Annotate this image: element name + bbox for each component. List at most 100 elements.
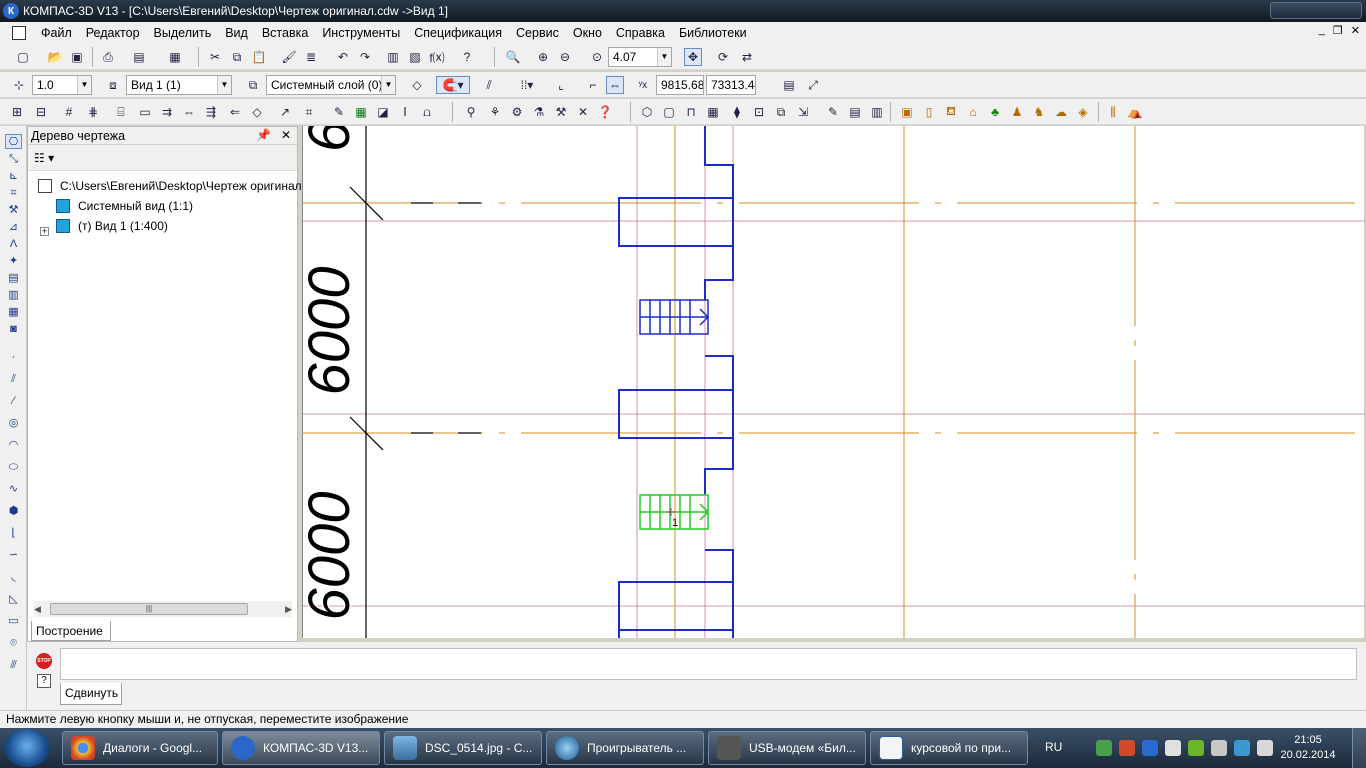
table-icon[interactable]: ▦ [352, 103, 370, 121]
lib-tool-12-icon[interactable]: ↗ [276, 103, 294, 121]
lib-tool-16-icon[interactable]: ⚘ [486, 103, 504, 121]
drawing-svg[interactable]: 6000 6000 6 1 [296, 118, 1365, 638]
mdi-restore-icon[interactable]: ❐ [1333, 24, 1343, 37]
associative-tab-icon[interactable]: ✦ [5, 254, 22, 269]
scroll-left-icon[interactable]: ◀ [34, 601, 41, 617]
paste-icon[interactable]: 📋 [250, 48, 268, 66]
bezier-icon[interactable]: ∽ [5, 548, 22, 563]
redo-icon[interactable]: ↷ [356, 48, 374, 66]
undo-icon[interactable]: ↶ [334, 48, 352, 66]
lib-tool-26-icon[interactable]: ⧉ [772, 103, 790, 121]
aux-line-icon[interactable]: ⫽ [5, 372, 22, 387]
lib-tool-11-icon[interactable]: ◇ [248, 103, 266, 121]
view-state-icon[interactable]: ⧈ [104, 76, 122, 94]
point-icon[interactable]: · [5, 350, 22, 365]
spline-icon[interactable]: ∿ [5, 482, 22, 497]
cabinet-icon[interactable]: ▣ [898, 103, 916, 121]
menu-help[interactable]: Справка [609, 22, 672, 44]
help-pointer-icon[interactable]: ? [458, 48, 476, 66]
menu-view[interactable]: Вид [218, 22, 255, 44]
tree-icon[interactable]: ♣ [986, 103, 1004, 121]
window-controls[interactable] [1270, 2, 1362, 19]
lib-tool-20-icon[interactable]: ⬡ [638, 103, 656, 121]
zoom-window-icon[interactable]: ⊕ [534, 48, 552, 66]
lib-tool-10-icon[interactable]: ⇐ [226, 103, 244, 121]
properties-brush-icon[interactable]: 🖌 [280, 48, 298, 66]
tools-icon[interactable]: ✕ [574, 103, 592, 121]
bluetooth-tray-icon[interactable] [1142, 740, 1158, 756]
fence-icon[interactable]: ⫼ [1104, 103, 1122, 121]
text-properties-icon[interactable]: ≣ [302, 48, 320, 66]
save-icon[interactable]: ▣ [68, 48, 86, 66]
lib-tool-22-icon[interactable]: ⊓ [682, 103, 700, 121]
hatch-icon[interactable]: ◪ [374, 103, 392, 121]
fragment-tab-icon[interactable]: ◙ [5, 322, 22, 337]
lib-tool-27-icon[interactable]: ⇲ [794, 103, 812, 121]
help-circle-icon[interactable]: ❓ [596, 103, 614, 121]
lib-tool-1-icon[interactable]: ⊞ [8, 103, 26, 121]
person-icon[interactable]: ♟ [1008, 103, 1026, 121]
zoom-combo[interactable]: 4.07 ▼ [608, 47, 672, 67]
document-manager-icon[interactable]: ▦ [166, 48, 184, 66]
ortho-icon[interactable]: ⌐ [584, 76, 602, 94]
arch-icon[interactable]: ⩍ [418, 103, 436, 121]
close-icon[interactable]: ✕ [281, 128, 291, 142]
coord-y-field[interactable]: 73313.44 [706, 75, 756, 95]
lib-tool-17-icon[interactable]: ⚙ [508, 103, 526, 121]
attributes-icon[interactable]: ⤢ [804, 76, 822, 94]
grid-icon[interactable]: ⁞⁞▾ [512, 76, 542, 94]
start-button[interactable] [4, 729, 50, 767]
stool-icon[interactable]: ⛾ [942, 103, 960, 121]
hatch-fill-icon[interactable]: ⬢ [5, 504, 22, 519]
lib-tool-23-icon[interactable]: ▦ [704, 103, 722, 121]
filter-icon[interactable]: ◇ [408, 76, 426, 94]
help-icon[interactable]: ? [37, 674, 51, 688]
show-desktop-button[interactable] [1352, 728, 1366, 768]
contour-icon[interactable]: ⌾ [5, 636, 22, 651]
network-tray-icon[interactable] [1096, 740, 1112, 756]
open-icon[interactable]: 📂 [46, 48, 64, 66]
lib-tool-3-icon[interactable]: # [60, 103, 78, 121]
task-kompas[interactable]: КОМПАС-3D V13... [222, 731, 380, 765]
fillet-icon[interactable]: ◟ [5, 570, 22, 585]
lib-tool-21-icon[interactable]: ▢ [660, 103, 678, 121]
lib-tool-15-icon[interactable]: ⚲ [462, 103, 480, 121]
copy-icon[interactable]: ⧉ [228, 48, 246, 66]
menu-tools[interactable]: Инструменты [315, 22, 407, 44]
view-combo[interactable]: Вид 1 (1) ▼ [126, 75, 232, 95]
menu-insert[interactable]: Вставка [255, 22, 315, 44]
measure-tab-icon[interactable]: ⊿ [5, 220, 22, 235]
lib-tool-24-icon[interactable]: ⧫ [728, 103, 746, 121]
designations-tab-icon[interactable]: ⊾ [5, 169, 22, 184]
arc-icon[interactable]: ◠ [5, 438, 22, 453]
layer-combo[interactable]: Системный слой (0) ▼ [266, 75, 396, 95]
scroll-right-icon[interactable]: ▶ [285, 601, 292, 617]
cloud-icon[interactable]: ☁ [1052, 103, 1070, 121]
nvidia-tray-icon[interactable] [1188, 740, 1204, 756]
parameters-icon[interactable]: ▤ [780, 76, 798, 94]
round-coords-icon[interactable]: ⇔ [606, 76, 624, 94]
lib-tool-29-icon[interactable]: ▤ [846, 103, 864, 121]
task-media-player[interactable]: Проигрыватель ... [546, 731, 704, 765]
chevron-down-icon[interactable]: ▼ [381, 76, 395, 94]
menu-select[interactable]: Выделить [147, 22, 219, 44]
step-cursor-icon[interactable]: ⊹ [10, 76, 28, 94]
lib-tool-9-icon[interactable]: ⇶ [202, 103, 220, 121]
mdi-close-icon[interactable]: ✕ [1351, 24, 1360, 37]
task-usb-modem[interactable]: USB-модем «Бил... [708, 731, 866, 765]
coord-x-field[interactable]: 9815.68 [656, 75, 704, 95]
language-indicator[interactable]: RU [1045, 740, 1062, 754]
variables-icon[interactable]: ▧ [406, 48, 424, 66]
refresh-icon[interactable]: ⟳ [714, 48, 732, 66]
tree-horizontal-scrollbar[interactable]: ◀ ||| ▶ [34, 601, 292, 617]
print-icon[interactable]: ⎙ [99, 48, 117, 66]
formula-fx-icon[interactable]: f⒳ [428, 48, 446, 66]
lib-tool-18-icon[interactable]: ⚗ [530, 103, 548, 121]
tree-root-item[interactable]: C:\Users\Евгений\Desktop\Чертеж оригинал [38, 177, 302, 195]
dimensions-tab-icon[interactable]: ⤡ [5, 152, 22, 167]
lib-tool-25-icon[interactable]: ⊡ [750, 103, 768, 121]
stop-icon[interactable]: STOP [36, 653, 52, 669]
menu-window[interactable]: Окно [566, 22, 609, 44]
document-icon[interactable] [12, 26, 26, 40]
lib-tool-14-icon[interactable]: ✎ [330, 103, 348, 121]
